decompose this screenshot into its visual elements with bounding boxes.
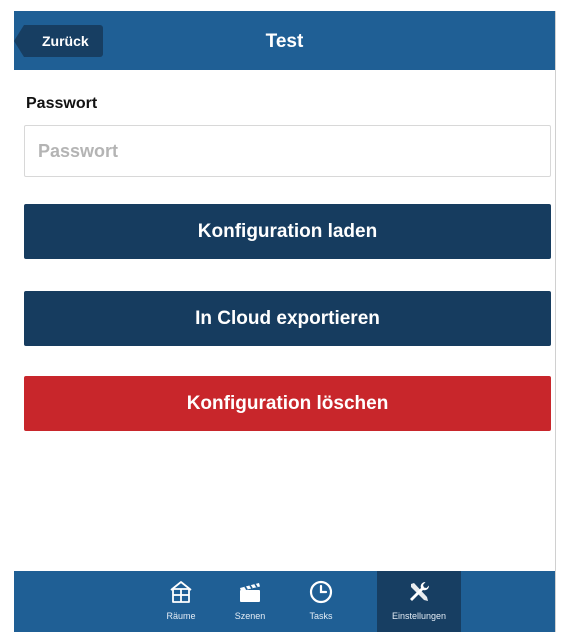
tab-tasks-label: Tasks bbox=[309, 611, 333, 621]
clapperboard-icon bbox=[240, 583, 260, 602]
house-icon bbox=[170, 581, 192, 603]
tab-raeume-label: Räume bbox=[166, 611, 196, 621]
delete-configuration-button[interactable]: Konfiguration löschen bbox=[24, 376, 551, 431]
password-field[interactable] bbox=[25, 126, 550, 176]
app-frame: Test Zurück Passwort Konfiguration laden… bbox=[14, 11, 556, 632]
export-cloud-button[interactable]: In Cloud exportieren bbox=[24, 291, 551, 346]
tab-bar: Räume Szenen Tasks Einstellungen bbox=[14, 571, 555, 632]
password-field-container bbox=[24, 125, 551, 177]
tab-szenen-label: Szenen bbox=[234, 611, 266, 621]
back-button[interactable]: Zurück bbox=[14, 25, 103, 57]
tab-einstellungen[interactable]: Einstellungen bbox=[377, 571, 461, 632]
tab-einstellungen-label: Einstellungen bbox=[391, 611, 447, 621]
clock-icon bbox=[309, 580, 333, 604]
wrench-screwdriver-icon bbox=[410, 582, 429, 601]
password-label: Passwort bbox=[26, 95, 98, 112]
header-bar: Test Zurück bbox=[14, 11, 555, 70]
tab-tasks[interactable]: Tasks bbox=[279, 571, 363, 632]
load-configuration-button[interactable]: Konfiguration laden bbox=[24, 204, 551, 259]
